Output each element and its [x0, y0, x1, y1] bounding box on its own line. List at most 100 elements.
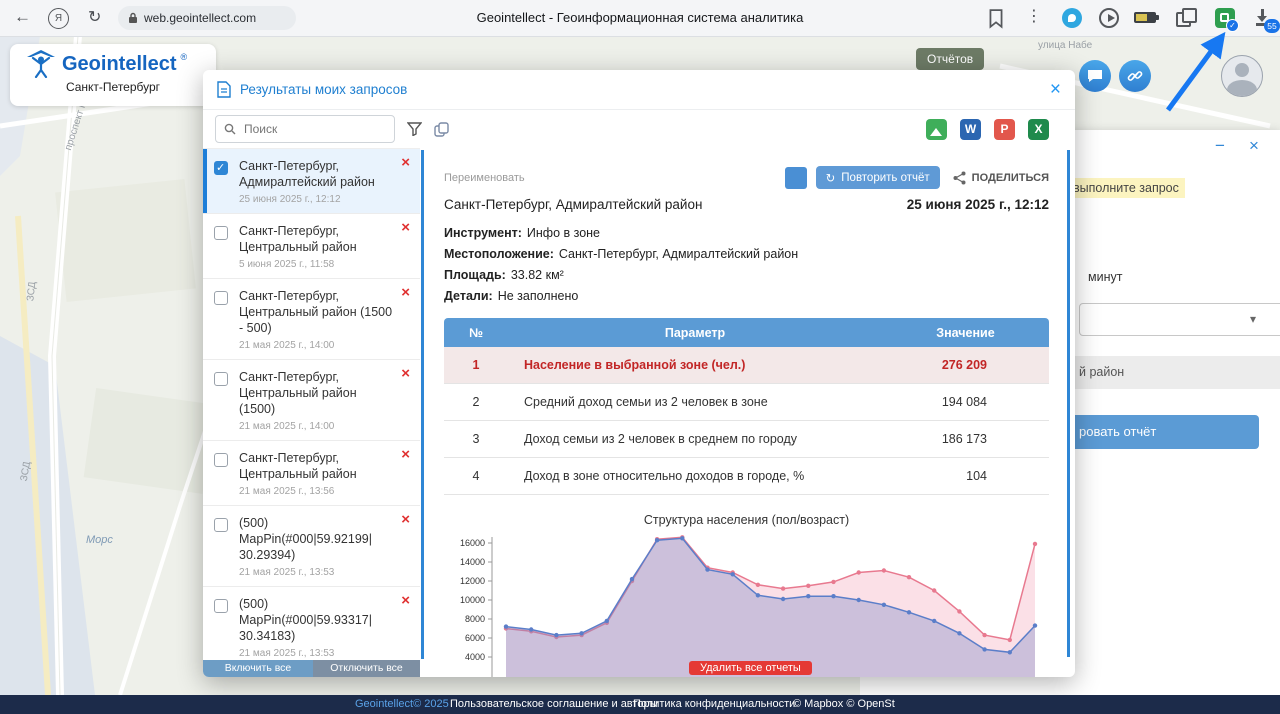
- table-row: 3 Доход семьи из 2 человек в среднем по …: [444, 420, 1049, 458]
- map-highway-label: ЗСД: [25, 281, 39, 302]
- col-header-value: Значение: [882, 318, 1049, 347]
- browser-profile-icon[interactable]: Я: [48, 8, 69, 29]
- browser-menu-icon[interactable]: ⋮: [1026, 6, 1042, 26]
- export-pdf-icon[interactable]: [994, 118, 1015, 140]
- footer-terms-link[interactable]: Пользовательское соглашение и авторы: [450, 695, 657, 714]
- list-item[interactable]: × (500) MapPin(#000|59.92199| 30.29394) …: [203, 506, 420, 587]
- report-checkbox[interactable]: [214, 518, 228, 532]
- panel-dropdown[interactable]: ▾: [1079, 303, 1280, 336]
- footer-map-attribution[interactable]: © Mapbox © OpenSt: [793, 695, 895, 714]
- report-date: 21 мая 2025 г., 14:00: [239, 340, 335, 351]
- col-header-param: Параметр: [508, 318, 882, 347]
- feedback-button[interactable]: [1079, 60, 1111, 92]
- modal-toolbar: [203, 110, 1075, 148]
- svg-text:12000: 12000: [460, 576, 485, 586]
- modal-close-icon[interactable]: ×: [1050, 79, 1061, 101]
- district-field[interactable]: й район: [1067, 356, 1280, 389]
- extension-blue-icon[interactable]: [1062, 8, 1082, 28]
- delete-report-icon[interactable]: ×: [401, 219, 410, 236]
- report-title: (500) MapPin(#000|59.92199| 30.29394): [239, 516, 372, 562]
- delete-all-button[interactable]: Удалить все отчеты: [689, 661, 812, 675]
- extension-play-icon[interactable]: [1099, 8, 1119, 28]
- detail-field: Детали: Не заполнено: [444, 289, 1049, 303]
- repeat-report-button[interactable]: ↻ Повторить отчёт: [815, 166, 940, 189]
- share-label: ПОДЕЛИТЬСЯ: [971, 171, 1049, 184]
- bookmark-icon[interactable]: [986, 9, 1006, 29]
- logo-figure-icon: [27, 50, 55, 78]
- query-hint: выполните запрос: [1067, 178, 1185, 198]
- footer-copyright[interactable]: Geointellect© 2025: [355, 695, 449, 714]
- delete-report-icon[interactable]: ×: [401, 365, 410, 382]
- link-icon: [1127, 71, 1143, 81]
- cell-num: 1: [444, 347, 508, 384]
- rename-link[interactable]: Переименовать: [444, 172, 525, 184]
- delete-report-icon[interactable]: ×: [401, 154, 410, 171]
- parameters-table: № Параметр Значение 1 Население в выбран…: [444, 318, 1049, 495]
- extension-battery-icon[interactable]: [1134, 12, 1159, 23]
- search-input[interactable]: [242, 121, 376, 137]
- report-checkbox[interactable]: [214, 372, 228, 386]
- list-item[interactable]: × (500) MapPin(#000|59.93317| 30.34183) …: [203, 587, 420, 668]
- list-item[interactable]: × Санкт-Петербург, Центральный район 21 …: [203, 441, 420, 506]
- list-item[interactable]: × Санкт-Петербург, Адмиралтейский район …: [203, 149, 420, 214]
- export-excel-icon[interactable]: [1028, 118, 1049, 140]
- report-checkbox[interactable]: [214, 291, 228, 305]
- refresh-icon[interactable]: ↻: [88, 7, 101, 27]
- cell-num: 4: [444, 457, 508, 495]
- copy-icon[interactable]: [434, 121, 450, 137]
- map-water-label: Морс: [86, 534, 113, 546]
- report-checkbox[interactable]: [214, 599, 228, 613]
- share-link-button[interactable]: [1119, 60, 1151, 92]
- cell-param: Доход семьи из 2 человек в среднем по го…: [508, 420, 882, 458]
- delete-report-icon[interactable]: ×: [401, 446, 410, 463]
- generate-report-button[interactable]: ровать отчёт: [1067, 415, 1259, 449]
- detail-scrollbar[interactable]: [1067, 150, 1070, 657]
- search-box[interactable]: [215, 115, 395, 143]
- url-text: web.geointellect.com: [144, 11, 257, 25]
- back-icon[interactable]: ←: [14, 7, 31, 27]
- table-row: 1 Население в выбранной зоне (чел.) 276 …: [444, 347, 1049, 384]
- extension-green-icon[interactable]: ✓: [1215, 8, 1239, 32]
- delete-report-icon[interactable]: ×: [401, 284, 410, 301]
- filter-icon[interactable]: [407, 122, 422, 136]
- share-icon: [953, 171, 966, 184]
- list-item[interactable]: × Санкт-Петербург, Центральный район (15…: [203, 279, 420, 360]
- downloads-icon[interactable]: 55: [1253, 8, 1280, 33]
- list-item[interactable]: × Санкт-Петербург, Центральный район 5 и…: [203, 214, 420, 279]
- chart-title: Структура населения (пол/возраст): [643, 513, 850, 527]
- field-value: Не заполнено: [497, 289, 579, 303]
- report-checkbox[interactable]: [214, 226, 228, 240]
- enable-all-button[interactable]: Включить все: [203, 660, 313, 677]
- footer-privacy-link[interactable]: Политика конфиденциальности: [633, 695, 795, 714]
- detail-controls: ↻ Повторить отчёт ПОДЕЛИТЬСЯ: [784, 166, 1049, 189]
- export-image-icon[interactable]: [926, 118, 947, 140]
- browser-chrome: ← Я ↻ web.geointellect.com Geointellect …: [0, 0, 1280, 37]
- export-word-icon[interactable]: [960, 118, 981, 140]
- panel-minimize-icon[interactable]: −: [1215, 136, 1225, 156]
- list-scrollbar[interactable]: [421, 150, 424, 659]
- detail-fields: Инструмент: Инфо в зоне Местоположение: Са…: [444, 226, 1049, 303]
- share-button[interactable]: ПОДЕЛИТЬСЯ: [953, 171, 1049, 185]
- delete-report-icon[interactable]: ×: [401, 511, 410, 528]
- report-list: × Санкт-Петербург, Адмиралтейский район …: [203, 148, 420, 677]
- modal-title: Результаты моих запросов: [240, 82, 408, 97]
- disable-all-button[interactable]: Отключить все: [313, 660, 420, 677]
- svg-text:10000: 10000: [460, 595, 485, 605]
- report-title: Санкт-Петербург, Центральный район (1500…: [239, 289, 393, 335]
- address-bar[interactable]: web.geointellect.com: [118, 6, 296, 30]
- logo-text[interactable]: Geointellect: [62, 53, 176, 76]
- avatar[interactable]: [1221, 55, 1263, 97]
- report-checkbox[interactable]: [214, 453, 228, 467]
- report-checkbox[interactable]: [214, 161, 228, 175]
- extension-tabs-icon[interactable]: [1176, 8, 1197, 28]
- panel-close-icon[interactable]: ×: [1249, 136, 1259, 156]
- cell-param: Население в выбранной зоне (чел.): [508, 347, 882, 384]
- delete-report-icon[interactable]: ×: [401, 592, 410, 609]
- page-footer: Geointellect© 2025 Пользовательское согл…: [0, 695, 1280, 714]
- col-header-num: №: [444, 318, 508, 347]
- report-date: 21 мая 2025 г., 13:56: [239, 486, 335, 497]
- chat-icon: [1088, 70, 1102, 82]
- list-item[interactable]: × Санкт-Петербург, Центральный район (15…: [203, 360, 420, 441]
- city-label[interactable]: Санкт-Петербург: [10, 80, 216, 94]
- detail-action-button[interactable]: [784, 166, 807, 189]
